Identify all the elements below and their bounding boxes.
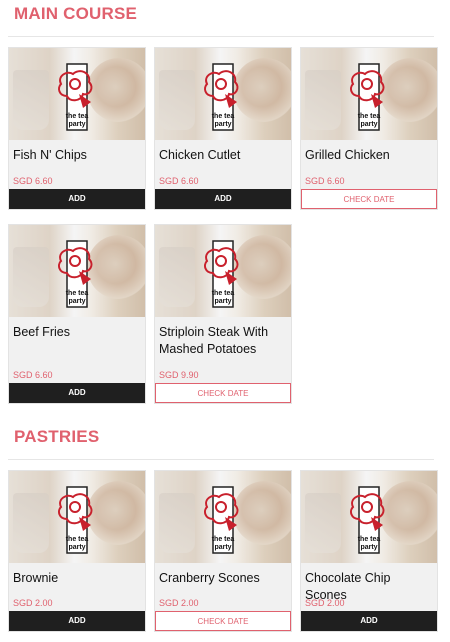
- section-divider: [8, 459, 434, 460]
- svg-text:party: party: [214, 544, 231, 551]
- product-image: the tea party: [9, 48, 145, 140]
- tea-party-logo-icon: the tea party: [58, 240, 93, 308]
- tea-party-logo-icon: the tea party: [204, 240, 239, 308]
- product-card-chocolate-chip-scones[interactable]: the tea party Chocolate Chip Scones SGD …: [300, 470, 438, 632]
- svg-text:the tea: the tea: [212, 536, 235, 543]
- add-button[interactable]: ADD: [9, 611, 145, 631]
- product-name: Chicken Cutlet: [159, 148, 241, 162]
- product-card-cranberry-scones[interactable]: the tea party Cranberry Scones SGD 2.00 …: [154, 470, 292, 632]
- product-name: Cranberry Scones: [159, 571, 260, 585]
- product-image: the tea party: [155, 48, 291, 140]
- tea-party-logo-icon: the tea party: [350, 486, 385, 554]
- product-price: SGD 6.60: [13, 176, 53, 186]
- product-image: the tea party: [155, 471, 291, 563]
- check-date-button[interactable]: CHECK DATE: [155, 383, 291, 403]
- product-image: the tea party: [9, 225, 145, 317]
- svg-text:party: party: [360, 121, 377, 128]
- product-name: Fish N' Chips: [13, 148, 87, 162]
- product-image: the tea party: [301, 48, 437, 140]
- product-image: the tea party: [9, 471, 145, 563]
- product-name: Grilled Chicken: [305, 148, 390, 162]
- product-image: the tea party: [155, 225, 291, 317]
- section-divider: [8, 36, 434, 37]
- add-button[interactable]: ADD: [155, 189, 291, 209]
- product-price: SGD 9.90: [159, 370, 199, 380]
- product-card-beef-fries[interactable]: the tea party Beef Fries SGD 6.60 ADD: [8, 224, 146, 404]
- tea-party-logo-icon: the tea party: [204, 63, 239, 131]
- section-title-pastries: PASTRIES: [14, 427, 100, 446]
- product-card-chicken-cutlet[interactable]: the tea party Chicken Cutlet SGD 6.60 AD…: [154, 47, 292, 210]
- product-price: SGD 2.00: [13, 598, 53, 608]
- product-price: SGD 6.60: [305, 176, 345, 186]
- product-price: SGD 6.60: [13, 370, 53, 380]
- svg-text:party: party: [68, 544, 85, 551]
- product-name: Beef Fries: [13, 325, 70, 339]
- check-date-button[interactable]: CHECK DATE: [301, 189, 437, 209]
- tea-party-logo-icon: the tea party: [58, 63, 93, 131]
- svg-text:the tea: the tea: [66, 536, 89, 543]
- section-title-main-course: MAIN COURSE: [14, 4, 138, 23]
- product-image: the tea party: [301, 471, 437, 563]
- check-date-button[interactable]: CHECK DATE: [155, 611, 291, 631]
- svg-text:the tea: the tea: [66, 113, 89, 120]
- svg-text:party: party: [68, 298, 85, 305]
- add-button[interactable]: ADD: [9, 383, 145, 403]
- product-card-fish-n-chips[interactable]: the tea party Fish N' Chips SGD 6.60 ADD: [8, 47, 146, 210]
- product-card-brownie[interactable]: the tea party Brownie SGD 2.00 ADD: [8, 470, 146, 632]
- product-price: SGD 6.60: [159, 176, 199, 186]
- svg-text:the tea: the tea: [66, 290, 89, 297]
- product-card-striploin-steak[interactable]: the tea party Striploin Steak With Mashe…: [154, 224, 292, 404]
- svg-text:party: party: [214, 298, 231, 305]
- svg-text:the tea: the tea: [212, 290, 235, 297]
- svg-text:the tea: the tea: [358, 113, 381, 120]
- product-price: SGD 2.00: [159, 598, 199, 608]
- product-name: Striploin Steak With Mashed Potatoes: [159, 325, 269, 356]
- product-name: Brownie: [13, 571, 59, 585]
- tea-party-logo-icon: the tea party: [58, 486, 93, 554]
- product-price: SGD 2.00: [305, 598, 345, 608]
- svg-text:the tea: the tea: [358, 536, 381, 543]
- product-card-grilled-chicken[interactable]: the tea party Grilled Chicken SGD 6.60 C…: [300, 47, 438, 210]
- add-button[interactable]: ADD: [9, 189, 145, 209]
- svg-text:party: party: [68, 121, 85, 128]
- tea-party-logo-icon: the tea party: [204, 486, 239, 554]
- svg-text:party: party: [360, 544, 377, 551]
- tea-party-logo-icon: the tea party: [350, 63, 385, 131]
- svg-text:the tea: the tea: [212, 113, 235, 120]
- add-button[interactable]: ADD: [301, 611, 437, 631]
- svg-text:party: party: [214, 121, 231, 128]
